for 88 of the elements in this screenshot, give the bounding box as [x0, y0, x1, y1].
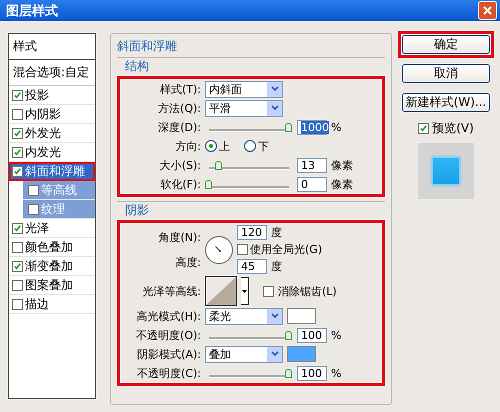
unit-label: 度	[271, 259, 282, 274]
checkbox-label: 预览(V)	[432, 120, 474, 137]
unit-label: 度	[271, 225, 282, 240]
field-label: 方向:	[174, 138, 201, 154]
number-field[interactable]: 13	[297, 158, 327, 172]
checkbox[interactable]	[28, 204, 39, 214]
checkbox-label: 使用全局光(G)	[250, 242, 322, 257]
sidebar-item[interactable]: 外发光	[9, 124, 95, 143]
chevron-icon	[267, 100, 282, 116]
slider-thumb[interactable]	[285, 368, 292, 378]
unit-label: %	[331, 120, 342, 134]
field-label: 光泽等高线:	[141, 284, 201, 298]
number-field[interactable]: 0	[297, 176, 327, 192]
dialog-button[interactable]: 取消	[402, 64, 490, 83]
sidebar-item[interactable]: 混合选项:自定	[9, 60, 95, 86]
field-label: 不透明度(C):	[136, 366, 201, 380]
field-label: 方法(Q):	[157, 100, 201, 116]
checkbox[interactable]	[12, 90, 23, 100]
checkbox-label: 消除锯齿(L)	[278, 284, 337, 298]
radio-button[interactable]	[205, 140, 217, 152]
checkbox[interactable]	[12, 166, 23, 176]
dropdown[interactable]: 平滑	[205, 100, 283, 116]
field-label: 角度(N):	[157, 230, 201, 244]
color-swatch[interactable]	[287, 308, 316, 324]
angle-dial[interactable]	[205, 236, 233, 264]
sidebar-item[interactable]: 描边	[9, 295, 95, 314]
chevron-icon	[267, 308, 282, 324]
slider-thumb[interactable]	[285, 122, 292, 132]
unit-label: 像素	[331, 176, 353, 192]
field-label: 深度(D):	[157, 120, 201, 134]
dropdown[interactable]: 叠加	[205, 346, 283, 362]
chevron-icon	[267, 346, 282, 362]
sidebar-item[interactable]: 图案叠加	[9, 276, 95, 295]
checkbox[interactable]	[418, 123, 430, 134]
checkbox[interactable]	[12, 280, 23, 290]
field-label: 样式(T):	[158, 82, 201, 96]
sidebar-item[interactable]: 斜面和浮雕	[9, 162, 95, 181]
dropdown[interactable]: 内斜面	[205, 80, 283, 98]
checkbox[interactable]	[263, 286, 274, 296]
unit-label: %	[331, 366, 342, 380]
checkbox[interactable]	[237, 244, 248, 255]
checkbox[interactable]	[12, 222, 23, 234]
list-header: 样式	[9, 34, 95, 60]
number-field[interactable]: 120	[237, 225, 267, 240]
checkbox[interactable]	[12, 146, 23, 158]
field-label: 高度:	[174, 254, 201, 270]
section-title: 斜面和浮雕	[117, 38, 178, 55]
close-icon[interactable]	[478, 1, 497, 20]
number-field[interactable]: 1000	[297, 120, 327, 134]
unit-label: %	[331, 328, 342, 342]
color-swatch[interactable]	[287, 346, 316, 362]
caret-icon[interactable]	[241, 277, 249, 305]
field-label: 阴影模式(A):	[136, 346, 201, 362]
sidebar-item[interactable]: 渐变叠加	[9, 257, 95, 276]
slider-thumb[interactable]	[285, 330, 292, 340]
radio-label: 下	[258, 138, 269, 154]
number-field[interactable]: 45	[237, 259, 267, 274]
dialog-button[interactable]: 新建样式(W)...	[402, 93, 490, 112]
sidebar-item[interactable]: 内阴影	[9, 105, 95, 124]
dialog-button[interactable]: 确定	[402, 35, 490, 54]
field-label: 不透明度(O):	[135, 328, 201, 342]
checkbox[interactable]	[12, 242, 23, 252]
checkbox[interactable]	[12, 298, 23, 310]
dropdown[interactable]: 柔光	[205, 308, 283, 324]
checkbox[interactable]	[12, 260, 23, 272]
checkbox[interactable]	[12, 128, 23, 138]
unit-label: 像素	[331, 158, 353, 172]
crosshair-icon	[215, 246, 221, 252]
number-field[interactable]: 100	[297, 328, 327, 342]
field-label: 高光模式(H):	[135, 308, 201, 324]
field-label: 大小(S):	[158, 158, 201, 172]
sidebar-item[interactable]: 投影	[9, 86, 95, 105]
field-label: 软化(F):	[159, 176, 201, 192]
slider-thumb[interactable]	[215, 160, 222, 170]
window-title: 图层样式	[6, 2, 58, 20]
slider-thumb[interactable]	[205, 180, 212, 188]
number-field[interactable]: 100	[297, 366, 327, 380]
checkbox[interactable]	[12, 108, 23, 120]
sidebar-item[interactable]: 光泽	[9, 219, 95, 238]
chevron-icon	[267, 82, 282, 96]
sidebar-item[interactable]: 颜色叠加	[9, 238, 95, 257]
preview-swatch	[418, 143, 474, 199]
checkbox[interactable]	[28, 184, 39, 196]
radio-button[interactable]	[244, 140, 256, 152]
group-title: 结构	[125, 58, 150, 75]
radio-label: 上	[219, 138, 230, 154]
group-title: 阴影	[125, 202, 150, 219]
contour-icon[interactable]	[205, 276, 237, 306]
